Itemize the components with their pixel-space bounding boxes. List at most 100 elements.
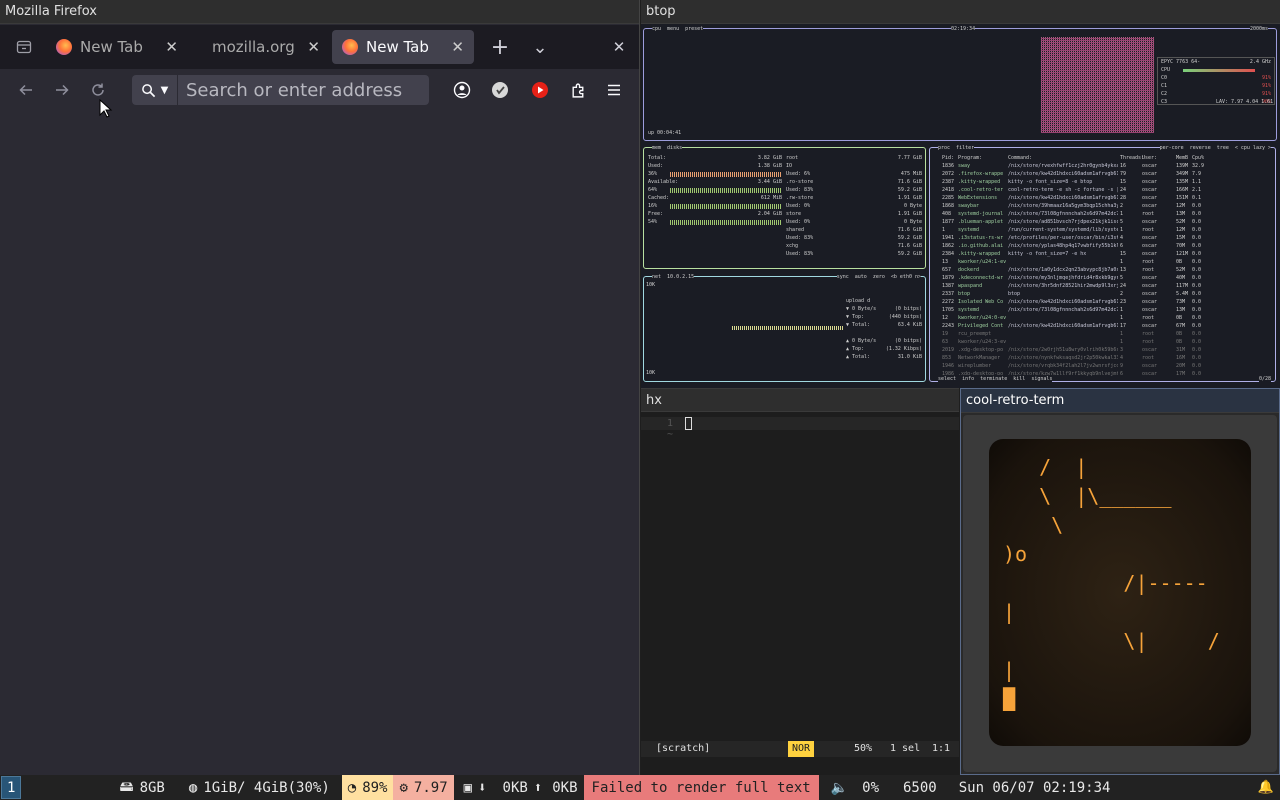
table-row[interactable]: 2418 .cool-retro-ter cool-retro-term -e sh…	[942, 186, 1272, 194]
table-row[interactable]: 12 kworker/u24:0-ev 1 root 0B 0.0	[942, 314, 1272, 322]
table-cell: 0.0	[1192, 267, 1202, 273]
table-cell: 0B	[1176, 339, 1183, 345]
close-window-button[interactable]: ✕	[601, 31, 637, 63]
table-row[interactable]: 2387 .kitty-wrapped kitty -o font_size=8 -…	[942, 178, 1272, 186]
table-cell: 2	[1120, 291, 1124, 297]
table-row[interactable]: 853 NetworkManager/nix/store/nynkfwksaqsd…	[942, 354, 1272, 362]
table-cell: systemd	[958, 227, 980, 233]
table-cell: 1946	[942, 363, 955, 369]
hx-statusline: [scratch] NOR 50% 1 sel 1:1	[641, 741, 959, 757]
disk-value: 59.2 GiB	[897, 251, 922, 257]
table-cell: 6	[1120, 371, 1124, 377]
mem-meter	[670, 188, 782, 193]
url-bar[interactable]: ▼ Search or enter address	[132, 75, 429, 105]
mem-label: Free:	[648, 211, 664, 217]
mem-value: 1.38 GiB	[757, 163, 782, 169]
disk-value: 59.2 GiB	[897, 187, 922, 193]
account-icon	[453, 81, 471, 99]
mem-value: 2.04 GiB	[757, 211, 782, 217]
disk-row: .ro-store 71.6 GiB	[786, 178, 922, 186]
volume-block[interactable]: 🔈 0%	[825, 775, 885, 800]
extension-youtube-button[interactable]	[522, 74, 558, 106]
table-row[interactable]: 1877 .blueman-applet/nix/store/ad851bvsch…	[942, 218, 1272, 226]
table-row[interactable]: 2272 Isolated Web Co/nix/store/kw42d1hdxc…	[942, 298, 1272, 306]
table-row[interactable]: 1868 swaybar/nix/store/39hmaaz16a5gym3bqp…	[942, 202, 1272, 210]
cpu-header[interactable]: cpu menu preset	[652, 25, 704, 33]
table-row[interactable]: 1705 systemd/nix/store/73l08gfnnnchah2s6d…	[942, 306, 1272, 314]
crt-screen[interactable]: / | \ |\______ \)o /|----- | \| / | █	[989, 439, 1251, 746]
table-cell: 2.1	[1192, 187, 1202, 193]
table-cell: oscar	[1142, 203, 1158, 209]
forward-button[interactable]	[44, 74, 80, 106]
table-cell: 6	[1120, 243, 1124, 249]
table-row[interactable]: 13 kworker/u24:1-ev 1 root 0B 0.0	[942, 258, 1272, 266]
table-row[interactable]: 1 systemd/run/current-system/systemd/lib/…	[942, 226, 1272, 234]
tab-close-icon[interactable]: ✕	[165, 38, 178, 56]
table-row[interactable]: 1946 wireplumber/nix/store/vrqbk34f2lah2l…	[942, 362, 1272, 370]
net-row: ▼ Top: (440 bitps)	[846, 313, 922, 321]
table-row[interactable]: 2285 WebExtensions/nix/store/kw42d1hdxci6…	[942, 194, 1272, 202]
chevron-down-icon: ▼	[160, 84, 169, 96]
table-row[interactable]: 63 kworker/u24:3-ev 1 root 0B 0.0	[942, 338, 1272, 346]
app-menu-button[interactable]	[596, 74, 632, 106]
table-row[interactable]: 2072 .firefox-wrappe/nix/store/kw42d1hdxc…	[942, 170, 1272, 178]
net-row: upload d	[846, 297, 922, 305]
table-row[interactable]: 1836 sway/nix/store/rvexhfwff1czj2hr0gynb…	[942, 162, 1272, 170]
firefox-view-button[interactable]	[2, 31, 46, 63]
table-cell: oscar	[1142, 195, 1158, 201]
cpu-refresh-rate[interactable]: 2000ms	[1249, 25, 1268, 33]
table-row[interactable]: 2243 Privileged Cont/nix/store/kw42d1hdxc…	[942, 322, 1272, 330]
table-cell: 0.0	[1192, 355, 1202, 361]
net-controls[interactable]: sync auto zero <b eth0 n>	[836, 273, 921, 281]
workspace-button[interactable]: 1	[1, 776, 22, 799]
table-row[interactable]: 1879 .kdeconnectd-wr/nix/store/my3nljmqej…	[942, 274, 1272, 282]
mem-label: Available:	[648, 179, 679, 185]
list-all-tabs-button[interactable]: ⌄	[522, 31, 558, 63]
tab-mozilla-org[interactable]: mozilla.org ✕	[188, 30, 330, 64]
url-input[interactable]: Search or enter address	[178, 80, 402, 101]
table-row[interactable]: 1941 .i3status-rs-wr/etc/profiles/per-use…	[942, 234, 1272, 242]
crt-line: |	[1003, 658, 1016, 682]
new-tab-button[interactable]: +	[482, 31, 518, 63]
proc-header[interactable]: proc filter	[938, 144, 975, 152]
mem-header[interactable]: mem disks	[652, 144, 683, 152]
search-engine-button[interactable]: ▼	[132, 75, 178, 105]
account-button[interactable]	[444, 74, 480, 106]
net-scale-bottom: 10K	[646, 370, 656, 376]
notification-icon[interactable]: 🔔	[1252, 775, 1280, 800]
back-button[interactable]	[8, 74, 44, 106]
proc-footer[interactable]: select info terminate kill signals	[938, 375, 1053, 383]
table-cell: kworker/u24:1-ev	[958, 259, 1006, 265]
extension-ublock-button[interactable]	[482, 74, 518, 106]
download-icon: ⬇	[478, 779, 487, 796]
disk-value: 7.77 GiB	[897, 155, 922, 161]
table-row[interactable]: 657 dockerd/nix/store/1a0y1dcx2qn23abvypc…	[942, 266, 1272, 274]
table-cell: 1879	[942, 275, 955, 281]
net-header[interactable]: net 10.0.2.15	[652, 273, 695, 281]
table-cell: 0.0	[1192, 363, 1202, 369]
table-cell: rcu_preempt	[958, 331, 992, 337]
disk-label: .ro-store	[786, 179, 814, 185]
net-value: (0 bitps)	[894, 306, 922, 312]
table-row[interactable]: 1387 wpaspand/nix/store/3hr5dnf28521hir2m…	[942, 282, 1272, 290]
table-cell: 1	[1120, 315, 1124, 321]
table-row[interactable]: 1862 .io.github.alai/nix/store/yplas48hp4…	[942, 242, 1272, 250]
table-row[interactable]: 2384 .kitty-wrapped kitty -o font_size=7 -…	[942, 250, 1272, 258]
table-cell: 24	[1120, 187, 1127, 193]
table-row[interactable]: 408 systemd-journal/nix/store/73l08gfnnnc…	[942, 210, 1272, 218]
memory-icon: ◍	[188, 779, 198, 796]
table-cell: 17	[1120, 323, 1127, 329]
tab-new-tab-selected[interactable]: New Tab ✕	[332, 30, 474, 64]
proc-options[interactable]: per-core reverse tree < cpu lazy >	[1159, 144, 1271, 152]
table-cell: 1	[1120, 339, 1124, 345]
table-row[interactable]: 2019 .xdg-desktop-po/nix/store/2w0rjh51u8…	[942, 346, 1272, 354]
table-row[interactable]: 19 rcu_preempt 1 root 0B 0.0	[942, 330, 1272, 338]
mem-meter	[670, 220, 782, 225]
tab-new-tab-1[interactable]: New Tab ✕	[46, 30, 188, 64]
tab-close-icon[interactable]: ✕	[451, 38, 464, 56]
extensions-button[interactable]	[560, 74, 596, 106]
tab-close-icon[interactable]: ✕	[307, 38, 320, 56]
page-content[interactable]	[0, 111, 639, 775]
editor-area[interactable]: 1 ~	[641, 413, 959, 743]
table-row[interactable]: 2337 btop btop 2 oscar 5.4M 0.0	[942, 290, 1272, 298]
